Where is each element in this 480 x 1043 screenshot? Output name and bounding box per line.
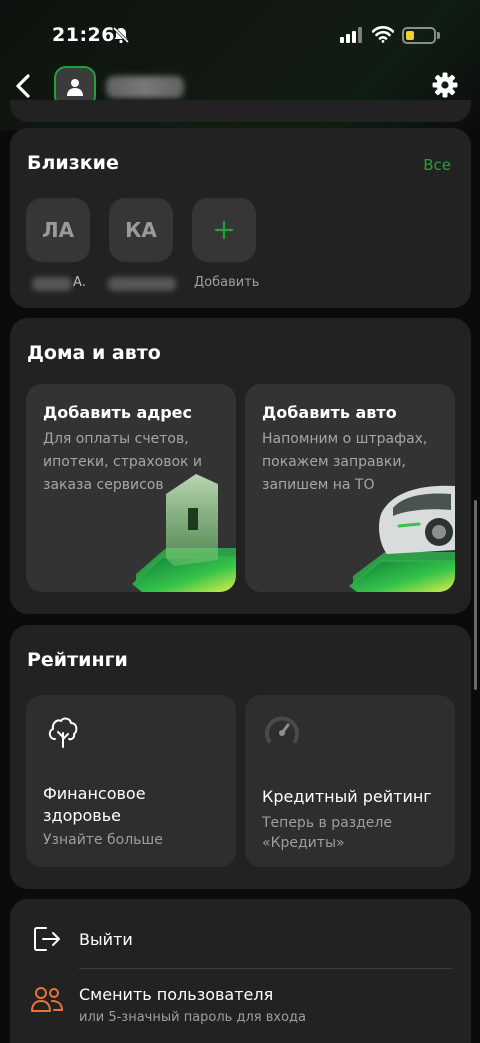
bell-off-icon (112, 26, 130, 44)
plus-icon (214, 220, 234, 240)
wifi-icon (372, 26, 394, 43)
close-people-section: Близкие Все ЛА А. КА Добавить (10, 128, 471, 308)
users-icon (31, 987, 64, 1012)
add-caption: Добавить (194, 275, 260, 290)
credit-rating-subtitle: Теперь в разделе «Кредиты» (262, 815, 392, 851)
close-person-tile[interactable]: ЛА (26, 198, 90, 262)
battery-icon (402, 27, 436, 44)
financial-health-card[interactable]: Финансовое здоровье Узнайте больше (26, 695, 236, 867)
battery-cap (437, 32, 440, 39)
person-caption: А. (73, 275, 87, 290)
ratings-section: Рейтинги Финансовое здоровье Узнайте бол… (10, 625, 471, 889)
hidden-name (32, 277, 72, 291)
close-person-tile[interactable]: КА (109, 198, 173, 262)
credit-rating-card[interactable]: Кредитный рейтинг Теперь в разделе «Кред… (245, 695, 455, 867)
logout-item[interactable]: Выйти (10, 917, 471, 969)
gauge-icon (265, 716, 299, 743)
profile-name-hidden (106, 76, 184, 98)
logout-icon (34, 927, 60, 951)
close-people-title: Близкие (27, 152, 119, 174)
add-car-description: Напомним о штрафах, покажем заправки, за… (262, 431, 428, 493)
menu-divider (79, 968, 453, 969)
see-all-link[interactable]: Все (423, 156, 451, 174)
switch-user-label: Сменить пользователя (79, 985, 274, 1004)
back-button[interactable] (8, 68, 38, 104)
ratings-title: Рейтинги (27, 649, 128, 671)
back-arrow-icon (16, 74, 30, 98)
hidden-name (108, 277, 176, 291)
add-address-description: Для оплаты счетов, ипотеки, страховок и … (43, 431, 203, 493)
credit-rating-title: Кредитный рейтинг (262, 787, 432, 806)
add-car-title: Добавить авто (262, 403, 397, 422)
add-close-person-button[interactable] (192, 198, 256, 262)
scrollbar[interactable] (474, 500, 477, 690)
homes-auto-section: Дома и авто Добавить адрес Для оплаты сч… (10, 318, 471, 614)
status-bar: 21:26 (0, 0, 480, 62)
switch-user-item[interactable]: Сменить пользователя или 5-значный парол… (10, 977, 471, 1041)
logout-label: Выйти (79, 930, 133, 949)
add-address-title: Добавить адрес (43, 403, 193, 422)
switch-user-subtitle: или 5-значный пароль для входа (79, 1010, 306, 1025)
account-menu-section: Выйти Сменить пользователя или 5-значный… (10, 899, 471, 1043)
previous-section-edge (10, 100, 471, 122)
gear-icon[interactable] (430, 70, 460, 100)
person-initials: ЛА (41, 218, 75, 242)
homes-auto-title: Дома и авто (27, 342, 161, 364)
person-icon (67, 79, 83, 96)
financial-health-title: Финансовое здоровье (43, 784, 146, 825)
add-address-card[interactable]: Добавить адрес Для оплаты счетов, ипотек… (26, 384, 236, 592)
financial-health-subtitle: Узнайте больше (43, 832, 163, 848)
tree-icon (48, 717, 78, 748)
cellular-signal-icon (340, 27, 362, 43)
add-car-card[interactable]: Добавить авто Напомним о штрафах, покаже… (245, 384, 455, 592)
person-initials: КА (125, 218, 157, 242)
status-time: 21:26 (52, 24, 115, 46)
